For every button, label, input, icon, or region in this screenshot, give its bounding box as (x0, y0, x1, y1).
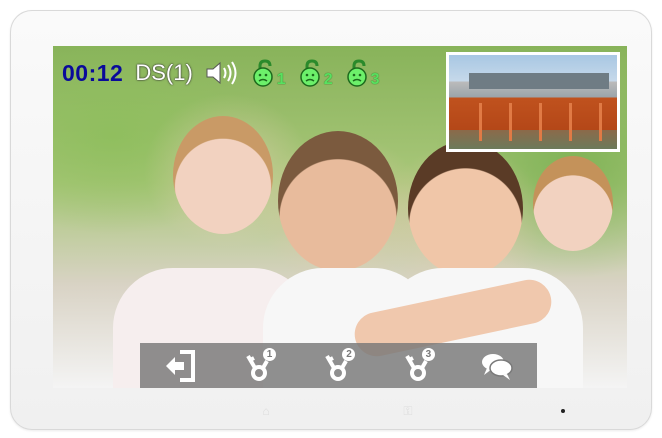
unlock-2-button[interactable]: 2 (313, 343, 363, 388)
pip-gate-bar (509, 103, 512, 141)
status-led (561, 409, 565, 413)
unlock-3-status: 3 (345, 59, 380, 88)
exit-button[interactable] (155, 343, 205, 388)
unlock-1-button[interactable]: 1 (234, 343, 284, 388)
unlock-1-icon (253, 59, 273, 87)
call-toolbar: 1 2 3 (140, 343, 537, 388)
speaker-volume-icon[interactable] (205, 60, 239, 86)
unlock-3-badge: 3 (421, 348, 435, 361)
door-station-label: DS(1) (135, 60, 193, 85)
pip-building-roof (469, 73, 609, 89)
person-man (278, 131, 398, 271)
unlock-2-number: 2 (323, 71, 333, 88)
exit-back-icon (165, 349, 195, 382)
unlock-2-icon (299, 59, 320, 87)
person-woman (408, 141, 523, 276)
person-boy (533, 156, 613, 251)
unlock-3-button[interactable]: 3 (393, 343, 443, 388)
talk-button[interactable] (472, 343, 522, 388)
call-timer: 00:12 (62, 59, 124, 86)
unlock-1-number: 1 (276, 71, 286, 88)
pip-gate-bar (479, 103, 482, 141)
unlock-1-badge: 1 (263, 348, 277, 361)
unlock-3-number: 3 (370, 71, 380, 88)
unlock-1-status: 1 (251, 59, 286, 88)
key-touch-icon[interactable]: ⚿ (400, 403, 416, 419)
unlock-2-status: 2 (298, 59, 333, 88)
pip-camera-preview[interactable] (446, 52, 620, 152)
person-girl (173, 116, 273, 234)
status-bar: 00:12 DS(1) 1 2 3 (62, 58, 380, 88)
monitor-device: 00:12 DS(1) 1 2 3 1 2 3 ⌂ ⚿ (0, 0, 662, 438)
home-touch-icon[interactable]: ⌂ (258, 403, 274, 419)
pip-gate-bar (599, 103, 602, 141)
pip-gate-bar (569, 103, 572, 141)
talk-chat-icon (482, 353, 513, 380)
unlock-3-icon (346, 59, 367, 87)
pip-gate-bar (539, 103, 542, 141)
